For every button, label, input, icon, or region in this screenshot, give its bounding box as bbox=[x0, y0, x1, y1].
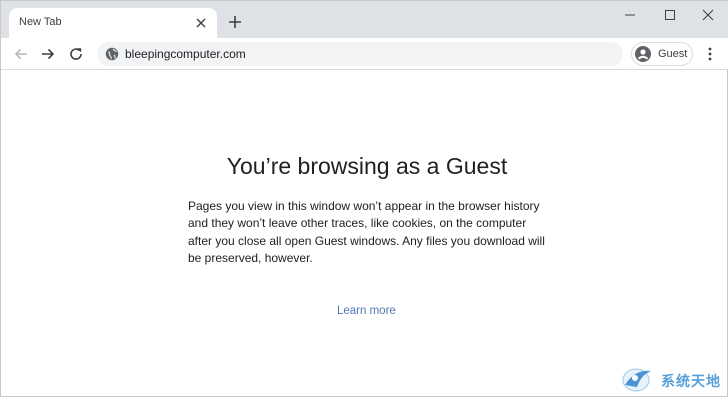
url-text[interactable]: bleepingcomputer.com bbox=[125, 47, 246, 61]
back-arrow-icon[interactable] bbox=[12, 45, 30, 63]
reload-icon[interactable] bbox=[67, 45, 85, 63]
forward-arrow-icon[interactable] bbox=[39, 45, 57, 63]
browser-window: New Tab bleepingcomputer.com Guest You’r… bbox=[0, 0, 728, 397]
guest-page-content: You’re browsing as a Guest Pages you vie… bbox=[1, 71, 728, 397]
page-title: You’re browsing as a Guest bbox=[226, 153, 508, 179]
globe-icon bbox=[105, 47, 119, 61]
site-watermark: 系统天地 bbox=[621, 365, 727, 395]
learn-more-link[interactable]: Learn more bbox=[337, 305, 396, 317]
watermark-text: 系统天地 bbox=[661, 373, 721, 389]
guest-description: Pages you view in this window won’t appe… bbox=[188, 199, 545, 266]
address-bar[interactable]: bleepingcomputer.com bbox=[97, 42, 623, 66]
guest-profile-button[interactable]: Guest bbox=[631, 42, 693, 66]
tab-strip: New Tab bbox=[1, 1, 728, 38]
kebab-menu-icon[interactable] bbox=[703, 45, 717, 63]
avatar-icon bbox=[635, 46, 651, 62]
close-icon[interactable] bbox=[193, 15, 209, 31]
tab-new-tab[interactable]: New Tab bbox=[9, 8, 217, 38]
profile-label: Guest bbox=[658, 48, 688, 60]
new-tab-button[interactable] bbox=[226, 13, 244, 31]
tab-title: New Tab bbox=[19, 16, 62, 28]
watermark-logo-icon bbox=[622, 368, 651, 392]
close-window-button[interactable] bbox=[685, 1, 728, 29]
toolbar: bleepingcomputer.com Guest bbox=[1, 38, 728, 70]
